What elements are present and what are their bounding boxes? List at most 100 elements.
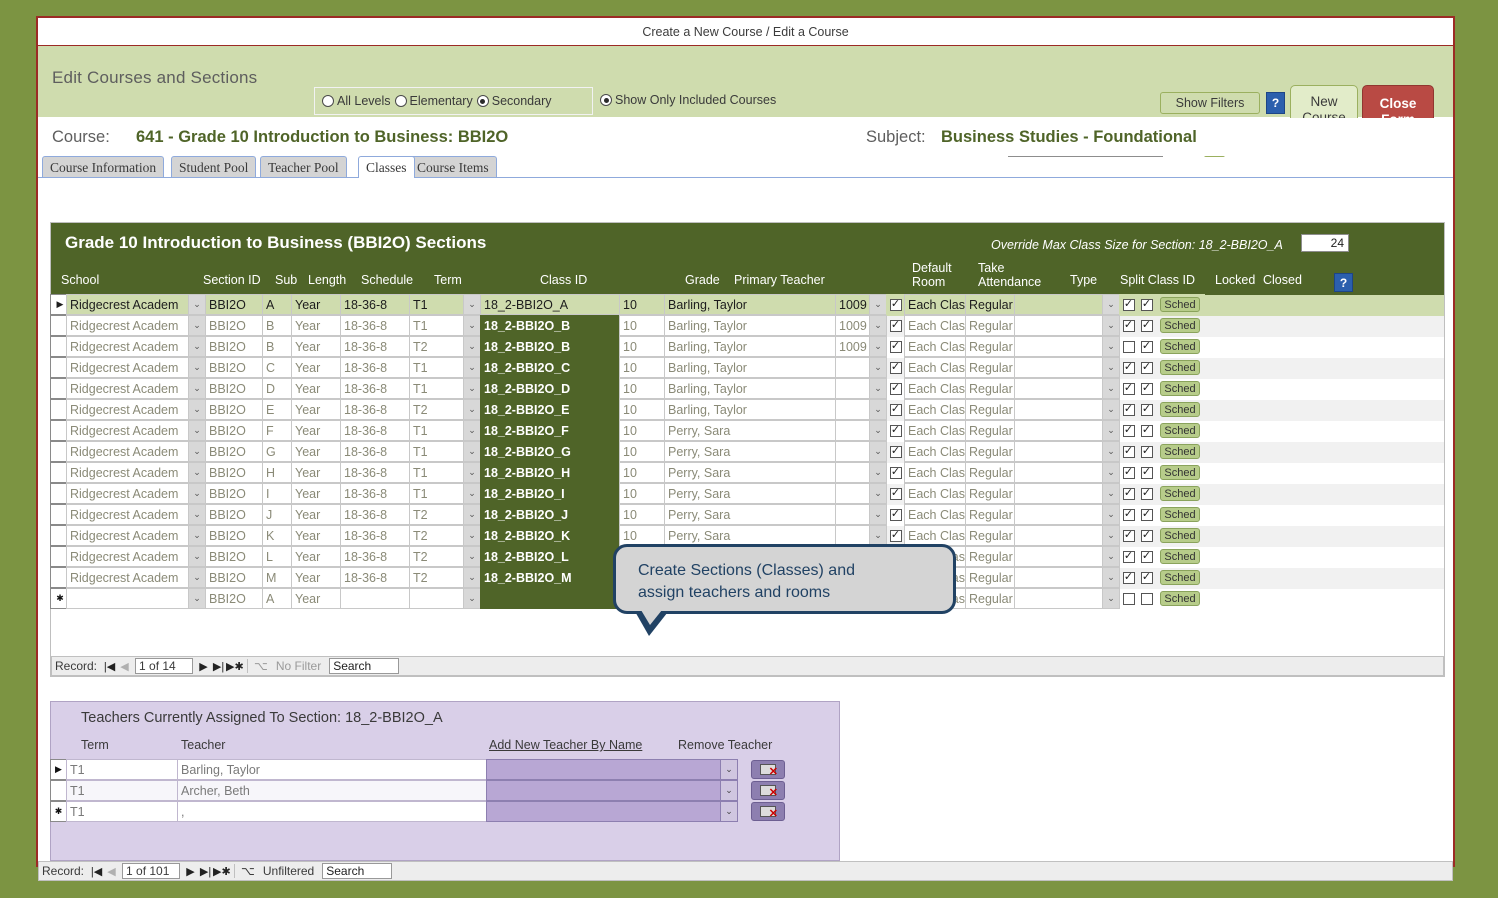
row-selector[interactable]: [50, 441, 67, 462]
cell-grade[interactable]: 10: [619, 504, 665, 525]
checkbox-icon[interactable]: ✓: [889, 403, 902, 416]
cell-grade[interactable]: 10: [619, 525, 665, 546]
cell-length[interactable]: Year: [291, 315, 341, 336]
table-row[interactable]: Ridgecrest Academ ⌄ BBI2O B Year 18-36-8 T2 ⌄ 18…: [50, 336, 1444, 358]
cell-split-class-id[interactable]: ⌄: [1014, 294, 1120, 315]
cell-locked-checkbox[interactable]: ✓: [1119, 294, 1138, 315]
cell-grade[interactable]: 10: [619, 441, 665, 462]
cell-primary-teacher[interactable]: Barling, Taylor: [664, 294, 836, 315]
table-row[interactable]: Ridgecrest Academ ⌄ BBI2O B Year 18-36-8 T1 ⌄ 18…: [50, 315, 1444, 337]
chevron-down-icon[interactable]: ⌄: [188, 589, 205, 608]
row-selector[interactable]: [50, 357, 67, 378]
sections-record-navigator[interactable]: Record: |◀ ◀ 1 of 14 ▶ ▶| ▶✱ ⌥ No Filter…: [51, 656, 1444, 676]
record-position-input[interactable]: 1 of 101: [122, 863, 181, 879]
cell-locked-checkbox[interactable]: ✓: [1119, 399, 1138, 420]
cell-split-class-id[interactable]: ⌄: [1014, 441, 1120, 462]
sched-cell[interactable]: Sched: [1155, 294, 1205, 315]
cell-schedule[interactable]: 18-36-8: [340, 420, 410, 441]
chevron-down-icon[interactable]: ⌄: [1102, 484, 1119, 503]
cell-closed-checkbox[interactable]: ✓: [1137, 525, 1156, 546]
cell-section-id[interactable]: BBI2O: [205, 546, 263, 567]
sched-cell[interactable]: Sched: [1155, 441, 1205, 462]
table-row[interactable]: Ridgecrest Academ ⌄ BBI2O H Year 18-36-8 T1 ⌄ 18…: [50, 462, 1444, 484]
cell-closed-checkbox[interactable]: ✓: [1137, 567, 1156, 588]
first-record-button[interactable]: |◀: [102, 660, 117, 673]
cell-schedule[interactable]: [340, 588, 410, 609]
cell-locked-checkbox[interactable]: ✓: [1119, 483, 1138, 504]
cell-split-class-id[interactable]: ⌄: [1014, 378, 1120, 399]
checkbox-icon[interactable]: ✓: [889, 508, 902, 521]
checkbox-icon[interactable]: ✓: [1122, 550, 1135, 563]
cell-term[interactable]: T1 ⌄: [409, 315, 481, 336]
cell-grade[interactable]: 10: [619, 294, 665, 315]
checkbox-icon[interactable]: ✓: [1140, 445, 1153, 458]
checkbox-icon[interactable]: ✓: [1140, 382, 1153, 395]
chevron-down-icon[interactable]: ⌄: [188, 400, 205, 419]
row-selector[interactable]: [50, 504, 67, 525]
cell-section-id[interactable]: BBI2O: [205, 378, 263, 399]
cell-length[interactable]: Year: [291, 357, 341, 378]
last-record-button[interactable]: ▶|: [198, 865, 213, 878]
cell-take-attendance-checkbox[interactable]: ✓: [886, 357, 905, 378]
sched-button[interactable]: Sched: [1160, 528, 1200, 543]
chevron-down-icon[interactable]: ⌄: [463, 337, 480, 356]
cell-sub[interactable]: C: [262, 357, 292, 378]
cell-closed-checkbox[interactable]: ✓: [1137, 378, 1156, 399]
cell-grade[interactable]: 10: [619, 462, 665, 483]
cell-attendance-mode[interactable]: Each Class: [904, 315, 966, 336]
sections-search-input[interactable]: Search: [329, 658, 400, 674]
cell-grade[interactable]: 10: [619, 483, 665, 504]
cell-section-id[interactable]: BBI2O: [205, 336, 263, 357]
chevron-down-icon[interactable]: ⌄: [188, 358, 205, 377]
cell-primary-teacher[interactable]: Perry, Sara: [664, 504, 836, 525]
form-record-navigator[interactable]: Record: |◀ ◀ 1 of 101 ▶ ▶| ▶✱ ⌥ Unfilter…: [38, 861, 1453, 881]
cell-section-id[interactable]: BBI2O: [205, 441, 263, 462]
cell-sub[interactable]: H: [262, 462, 292, 483]
cell-sub[interactable]: J: [262, 504, 292, 525]
cell-school[interactable]: Ridgecrest Academ ⌄: [66, 462, 206, 483]
cell-school[interactable]: Ridgecrest Academ ⌄: [66, 399, 206, 420]
cell-class-id[interactable]: 18_2-BBI2O_K: [480, 525, 620, 546]
remove-teacher-button[interactable]: ✕: [751, 781, 785, 800]
table-row[interactable]: Ridgecrest Academ ⌄ BBI2O J Year 18-36-8 T2 ⌄ 18…: [50, 504, 1444, 526]
cell-take-attendance-checkbox[interactable]: ✓: [886, 525, 905, 546]
cell-type[interactable]: Regular: [965, 378, 1015, 399]
chevron-down-icon[interactable]: ⌄: [869, 400, 886, 419]
chevron-down-icon[interactable]: ⌄: [1102, 568, 1119, 587]
cell-primary-teacher[interactable]: Barling, Taylor: [664, 399, 836, 420]
cell-grade[interactable]: 10: [619, 315, 665, 336]
cell-term[interactable]: T1 ⌄: [409, 441, 481, 462]
cell-split-class-id[interactable]: ⌄: [1014, 420, 1120, 441]
cell-primary-teacher[interactable]: Barling, Taylor: [664, 357, 836, 378]
cell-default-room[interactable]: ⌄: [835, 357, 887, 378]
chevron-down-icon[interactable]: ⌄: [188, 379, 205, 398]
cell-sub[interactable]: B: [262, 315, 292, 336]
cell-term[interactable]: T1 ⌄: [409, 462, 481, 483]
sched-button[interactable]: Sched: [1160, 444, 1200, 459]
cell-term[interactable]: T2 ⌄: [409, 567, 481, 588]
cell-locked-checkbox[interactable]: ✓: [1119, 357, 1138, 378]
chevron-down-icon[interactable]: ⌄: [463, 526, 480, 545]
cell-sub[interactable]: I: [262, 483, 292, 504]
cell-split-class-id[interactable]: ⌄: [1014, 567, 1120, 588]
cell-split-class-id[interactable]: ⌄: [1014, 315, 1120, 336]
teacher-cell-add-new[interactable]: ⌄: [486, 780, 738, 801]
checkbox-icon[interactable]: ✓: [889, 466, 902, 479]
cell-type[interactable]: Regular: [965, 504, 1015, 525]
checkbox-icon[interactable]: ✓: [1140, 466, 1153, 479]
chevron-down-icon[interactable]: ⌄: [1102, 316, 1119, 335]
chevron-down-icon[interactable]: ⌄: [869, 316, 886, 335]
checkbox-icon[interactable]: ✓: [1122, 508, 1135, 521]
chevron-down-icon[interactable]: ⌄: [869, 358, 886, 377]
override-max-class-size-input[interactable]: 24: [1301, 234, 1349, 252]
cell-closed-checkbox[interactable]: ✓: [1137, 483, 1156, 504]
sched-button[interactable]: Sched: [1160, 507, 1200, 522]
tab-teacher-pool[interactable]: Teacher Pool: [260, 156, 347, 178]
checkbox-icon[interactable]: ✓: [1122, 424, 1135, 437]
teacher-cell-add-new[interactable]: ⌄: [486, 801, 738, 822]
cell-type[interactable]: Regular: [965, 336, 1015, 357]
cell-term[interactable]: T2 ⌄: [409, 336, 481, 357]
cell-attendance-mode[interactable]: Each Class: [904, 504, 966, 525]
teacher-cell-add-new[interactable]: ⌄: [486, 759, 738, 780]
cell-class-id[interactable]: 18_2-BBI2O_G: [480, 441, 620, 462]
